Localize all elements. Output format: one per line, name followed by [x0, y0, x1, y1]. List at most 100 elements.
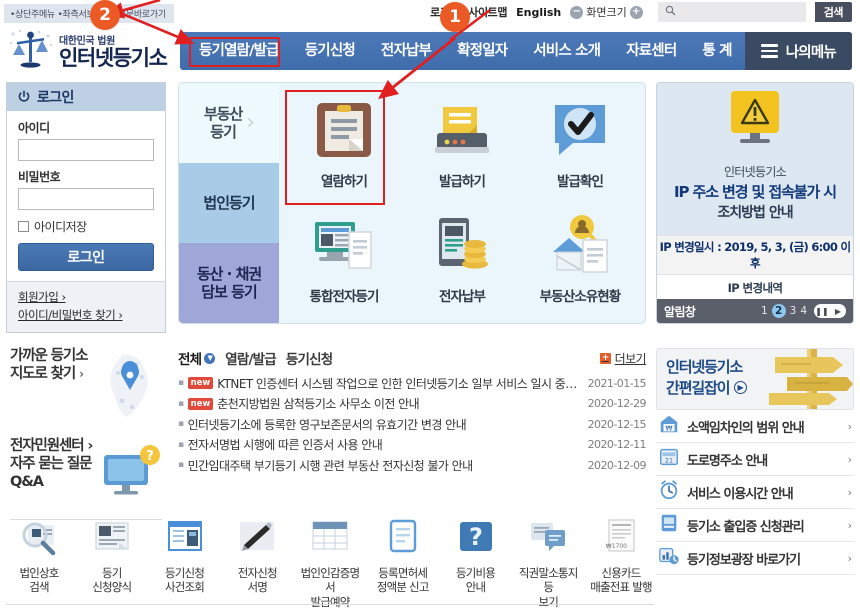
- guide-item-road-name-address[interactable]: 21 도로명주소 안내 ›: [656, 443, 854, 476]
- signup-link[interactable]: 회원가입 ›: [18, 289, 154, 305]
- guide-item-small-tenant-scope[interactable]: ₩ 소액임차인의 범위 안내 ›: [656, 410, 854, 443]
- find-id-password-link[interactable]: 아이디/비밀번호 찾기 ›: [18, 307, 154, 323]
- notice-date: 2020-12-09: [587, 458, 647, 472]
- play-circle-icon: ▶: [733, 380, 747, 394]
- new-badge: new: [187, 377, 214, 390]
- zoom-out-icon[interactable]: −: [570, 5, 584, 19]
- zoom-in-icon[interactable]: +: [629, 5, 643, 19]
- case-lookup-icon: [164, 517, 206, 563]
- quick-link-license-tax-filing[interactable]: 등록면허세 정액분 신고: [370, 517, 436, 595]
- bullet-icon: ▪: [178, 439, 184, 450]
- clipboard-view-icon: [313, 99, 375, 165]
- quick-link-line1: 직권말소통지등: [518, 566, 578, 595]
- login-submit-button[interactable]: 로그인: [18, 243, 154, 271]
- pause-icon[interactable]: ❚❚: [814, 304, 830, 318]
- quick-link-registry-cost-guide[interactable]: ? 등기비용 안내: [443, 517, 509, 595]
- guide-item-registry-info-plaza-label: 등기정보광장 바로가기: [687, 552, 801, 568]
- quick-link-line1: 신용카드: [601, 566, 641, 580]
- quick-guide-banner[interactable]: 인터넷등기소 간편길잡이 ▶: [656, 348, 854, 410]
- service-item-issue[interactable]: 발급하기: [431, 99, 493, 190]
- board-more-link[interactable]: + 더보기: [599, 350, 647, 367]
- board-tab-registry-application[interactable]: 등기신청: [286, 348, 333, 368]
- search-box: [657, 2, 806, 22]
- service-item-view[interactable]: 열람하기: [313, 99, 375, 190]
- search-input[interactable]: [679, 3, 806, 21]
- login-password-input[interactable]: [18, 188, 154, 210]
- notice-title[interactable]: 춘천지방법원 삼척등기소 사무소 이전 안내: [217, 395, 419, 412]
- chevron-right-icon: ›: [847, 419, 852, 433]
- notice-date: 2020-12-15: [587, 417, 647, 431]
- calendar-icon: [309, 517, 351, 563]
- gnb-item-data-center[interactable]: 자료센터: [613, 32, 689, 70]
- quick-link-label: 전자신청 서명: [237, 566, 278, 595]
- alert-playback-controls: ❚❚ ▶: [814, 304, 846, 318]
- login-panel-title: 로그인: [37, 90, 74, 106]
- quick-link-credit-card-receipt[interactable]: ₩1700 신용카드 매출전표 발행: [588, 517, 654, 595]
- guide-item-service-hours[interactable]: 서비스 이용시간 안내 ›: [656, 476, 854, 509]
- login-id-input[interactable]: [18, 139, 154, 161]
- next-icon[interactable]: ▶: [830, 304, 846, 318]
- alert-page-3[interactable]: 3: [790, 305, 797, 317]
- site-logo[interactable]: 대한민국 법원 인터넷등기소: [8, 28, 168, 72]
- service-tab-corporate[interactable]: 법인등기: [179, 163, 279, 243]
- chevron-right-icon: ›: [847, 452, 852, 466]
- nearby-registry-office-promo[interactable]: 가까운 등기소 지도로 찾기 ›: [6, 347, 166, 429]
- remember-id-row[interactable]: 아이디저장: [18, 218, 154, 235]
- notice-title[interactable]: 인터넷등기소에 등록한 영구보존문서의 유효기간 변경 안내: [188, 416, 467, 433]
- gnb-item-statistics[interactable]: 통 계: [689, 32, 744, 70]
- quick-link-corporate-name-search[interactable]: 법인상호 검색: [6, 517, 72, 595]
- svg-text:₩: ₩: [665, 423, 673, 432]
- gnb-item-service-intro[interactable]: 서비스 소개: [520, 32, 613, 70]
- svg-text:?: ?: [469, 523, 483, 551]
- address-sign-icon: 21: [658, 446, 680, 472]
- gnb-item-electronic-payment[interactable]: 전자납부: [368, 32, 444, 70]
- utility-english-link[interactable]: English: [516, 6, 561, 19]
- search-icon: [658, 5, 680, 19]
- quick-link-corporate-seal-reservation[interactable]: 법인인감증명서 발급예약: [297, 517, 363, 609]
- efaq-center-promo[interactable]: 전자민원센터 › 자주 묻는 질문 Q&A ?: [6, 437, 166, 513]
- quick-link-case-lookup[interactable]: 등기신청 사건조회: [152, 517, 218, 595]
- guide-item-registry-info-plaza[interactable]: 등기정보광장 바로가기 ›: [656, 542, 854, 575]
- guide-item-service-hours-label: 서비스 이용시간 안내: [687, 486, 794, 502]
- receipt-icon: ₩1700: [600, 517, 642, 563]
- alert-page-4[interactable]: 4: [800, 305, 807, 317]
- quick-link-electronic-signature[interactable]: 전자신청 서명: [224, 517, 290, 595]
- search-button[interactable]: 검색: [814, 2, 852, 22]
- service-item-electronic-payment[interactable]: 전자납부: [431, 214, 493, 305]
- alert-page-2[interactable]: 2: [771, 304, 786, 318]
- notice-alert-headline1: IP 주소 변경 및 접속불가 시: [674, 183, 837, 201]
- quick-link-line1: 등기: [101, 566, 122, 580]
- login-panel: 로그인 아이디 비밀번호 아이디저장 로그인 회원가입 › 아이디/비밀번호 찾…: [6, 82, 166, 333]
- quick-link-cancellation-notice[interactable]: 직권말소통지등 보기: [515, 517, 581, 609]
- quick-link-line1: 전자신청: [237, 566, 278, 580]
- quick-link-line2: 신청양식: [92, 580, 132, 595]
- service-item-integrated-e-registry-label: 통합전자등기: [309, 289, 379, 305]
- service-tab-real-estate[interactable]: 부동산 등기 ›: [179, 83, 279, 163]
- utility-sitemap-link[interactable]: 사이트맵: [468, 4, 507, 20]
- quick-link-registry-forms[interactable]: 등기 신청양식: [79, 517, 145, 595]
- id-badge-icon: [658, 512, 680, 538]
- question-icon: ?: [455, 517, 497, 563]
- alert-page-1[interactable]: 1: [761, 305, 768, 317]
- quick-link-line2: 보기: [538, 594, 559, 609]
- board-tab-all[interactable]: 전체 ▼: [178, 348, 216, 368]
- gnb-item-fixed-date[interactable]: 확정일자: [444, 32, 520, 70]
- board-tab-view-issue[interactable]: 열람/발급: [225, 348, 276, 368]
- service-item-property-ownership[interactable]: 부동산소유현황: [540, 214, 621, 305]
- quick-link-line2: 사건조회: [164, 580, 205, 595]
- notice-date: 2020-12-29: [587, 397, 647, 411]
- service-item-integrated-e-registry[interactable]: 통합전자등기: [309, 214, 379, 305]
- skip-links[interactable]: •상단주메뉴 •좌측서브메뉴 •본문바로가기: [4, 3, 174, 23]
- notice-title[interactable]: 민간임대주택 부기등기 시행 관련 부동산 전자신청 불가 안내: [188, 457, 473, 474]
- service-tab-movable-credit[interactable]: 동산 · 채권 담보 등기: [179, 243, 279, 323]
- gnb-item-registry-view-issue[interactable]: 등기열람/발급: [186, 32, 292, 70]
- remember-id-checkbox[interactable]: [18, 221, 29, 232]
- house-person-icon: [549, 214, 611, 280]
- guide-item-office-pass-application[interactable]: 등기소 출입증 신청관리 ›: [656, 509, 854, 542]
- gnb-my-menu-button[interactable]: 나의메뉴: [744, 32, 852, 70]
- notice-title[interactable]: 전자서명법 시행에 따른 인증서 사용 안내: [188, 436, 383, 453]
- notice-alert-top[interactable]: 인터넷등기소 IP 주소 변경 및 접속불가 시 조치방법 안내: [657, 83, 853, 235]
- service-item-verify[interactable]: 발급확인: [549, 99, 611, 190]
- notice-title[interactable]: KTNET 인증센터 시스템 작업으로 인한 인터넷등기소 일부 서비스 일시 …: [217, 375, 576, 392]
- gnb-item-registry-application[interactable]: 등기신청: [292, 32, 368, 70]
